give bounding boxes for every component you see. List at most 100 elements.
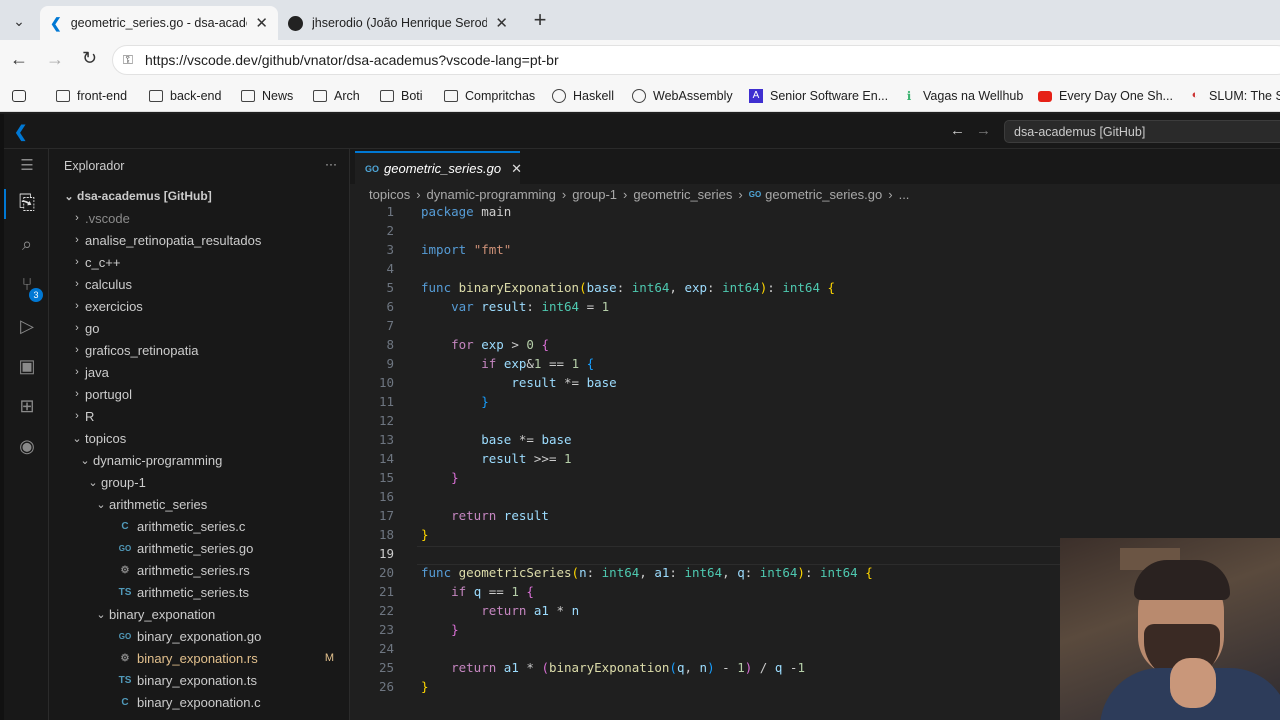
editor-tab-geometric-series[interactable]: GO geometric_series.go ✕	[355, 151, 522, 184]
bookmark-back-end[interactable]: back-end	[149, 86, 221, 106]
github-icon[interactable]: ◉	[16, 435, 38, 457]
code-line[interactable]: 14 result >>= 1	[350, 451, 1280, 470]
back-arrow-icon[interactable]: ←	[10, 49, 28, 70]
bookmark-every-day[interactable]: Every Day One Sh...	[1038, 86, 1173, 106]
bookmark-compritchas[interactable]: Compritchas	[444, 86, 535, 106]
vscode-logo-icon: ❮	[14, 124, 28, 141]
code-line[interactable]: 7	[350, 318, 1280, 337]
code-line[interactable]: 15 }	[350, 470, 1280, 489]
code-token: *	[556, 603, 565, 618]
breadcrumb-item[interactable]: ...	[899, 187, 910, 202]
code-line[interactable]: 16	[350, 489, 1280, 508]
tree-item[interactable]: › .vscode	[49, 207, 350, 229]
tree-item[interactable]: TS binary_exponation.ts	[49, 669, 350, 691]
tree-item[interactable]: › calculus	[49, 273, 350, 295]
url-input[interactable]: ⚿ https://vscode.dev/github/vnator/dsa-a…	[112, 45, 1280, 75]
tree-item[interactable]: › R	[49, 405, 350, 427]
reload-icon[interactable]: ↻	[82, 48, 97, 69]
tree-item[interactable]: ⌄ topicos	[49, 427, 350, 449]
tree-item[interactable]: › exercicios	[49, 295, 350, 317]
remote-explorer-icon[interactable]: ▣	[16, 355, 38, 377]
bookmark-boti[interactable]: Boti	[380, 86, 423, 106]
code-line[interactable]: 11 }	[350, 394, 1280, 413]
code-line[interactable]: 9 if exp&1 == 1 {	[350, 356, 1280, 375]
more-actions-icon[interactable]: ···	[325, 157, 337, 171]
breadcrumb-item[interactable]: dynamic-programming	[427, 187, 556, 202]
tree-item[interactable]: › portugol	[49, 383, 350, 405]
code-line[interactable]: 13 base *= base	[350, 432, 1280, 451]
browser-tab-vscode[interactable]: ❮ geometric_series.go - dsa-academus ✕	[40, 6, 278, 40]
bookmark-senior-software[interactable]: A Senior Software En...	[749, 86, 888, 106]
tree-item[interactable]: ⚙ arithmetic_series.rs	[49, 559, 350, 581]
chevron-down-icon: ⌄	[96, 498, 106, 511]
code-line[interactable]: 2	[350, 223, 1280, 242]
tree-item[interactable]: ⌄ arithmetic_series	[49, 493, 350, 515]
close-tab-icon[interactable]: ✕	[255, 14, 268, 32]
tree-item[interactable]: ⌄ dynamic-programming	[49, 449, 350, 471]
bookmark-webassembly[interactable]: WebAssembly	[632, 86, 733, 106]
bookmarks-menu-icon[interactable]	[12, 86, 33, 106]
bookmark-front-end[interactable]: front-end	[56, 86, 127, 106]
bookmark-arch[interactable]: Arch	[313, 86, 360, 106]
chevron-down-icon: ⌄	[80, 454, 90, 467]
code-token: a1	[503, 660, 519, 675]
close-tab-icon[interactable]: ✕	[495, 14, 508, 32]
breadcrumb-item[interactable]: geometric_series	[633, 187, 732, 202]
tree-item[interactable]: › graficos_retinopatia	[49, 339, 350, 361]
tree-item[interactable]: GO binary_exponation.go	[49, 625, 350, 647]
file-type-icon: GO	[118, 631, 132, 641]
code-line[interactable]: 6 var result: int64 = 1	[350, 299, 1280, 318]
tab-search-button[interactable]: ⌄	[8, 10, 30, 32]
tree-item[interactable]: › c_c++	[49, 251, 350, 273]
browser-tab-github[interactable]: jhserodio (João Henrique Serodio) ✕	[278, 6, 518, 40]
tree-item[interactable]: ⚙ binary_exponation.rs M	[49, 647, 350, 669]
breadcrumb-item[interactable]: geometric_series.go	[765, 187, 882, 202]
tree-item[interactable]: TS arithmetic_series.ts	[49, 581, 350, 603]
tree-item[interactable]: › java	[49, 361, 350, 383]
file-type-icon: GO	[118, 543, 132, 553]
tree-item[interactable]: ⌄ group-1	[49, 471, 350, 493]
tree-item[interactable]: ⌄ binary_exponation	[49, 603, 350, 625]
breadcrumb-item[interactable]: group-1	[572, 187, 617, 202]
tree-item[interactable]: Cbinary_expoonation.c	[49, 691, 350, 713]
tree-item[interactable]: › analise_retinopatia_resultados	[49, 229, 350, 251]
nav-forward-icon[interactable]: →	[976, 122, 991, 139]
breadcrumb-item[interactable]: topicos	[369, 187, 410, 202]
command-center[interactable]: dsa-academus [GitHub]	[1004, 120, 1280, 143]
tree-item[interactable]: Carithmetic_series.c	[49, 515, 350, 537]
code-token: }	[421, 527, 429, 542]
code-line[interactable]: 10 result *= base	[350, 375, 1280, 394]
forward-arrow-icon[interactable]: →	[46, 49, 64, 70]
code-line[interactable]: 17 return result	[350, 508, 1280, 527]
code-line[interactable]: 12	[350, 413, 1280, 432]
code-token: :	[526, 299, 542, 314]
tree-item[interactable]: GO arithmetic_series.go	[49, 537, 350, 559]
bookmark-vagas-wellhub[interactable]: ℹ Vagas na Wellhub	[902, 86, 1024, 106]
run-debug-icon[interactable]: ▷	[16, 315, 38, 337]
code-line[interactable]: 5 func binaryExponation(base: int64, exp:…	[350, 280, 1280, 299]
workspace-root[interactable]: ⌄ dsa-academus [GitHub]	[49, 185, 350, 207]
nav-back-icon[interactable]: ←	[950, 122, 965, 139]
new-tab-button[interactable]: +	[528, 7, 552, 33]
line-number: 8	[386, 337, 394, 352]
code-line[interactable]: 4	[350, 261, 1280, 280]
tree-item-label: .vscode	[85, 210, 130, 226]
code-line[interactable]: 8 for exp > 0 {	[350, 337, 1280, 356]
code-token: 1	[737, 660, 745, 675]
tree-item[interactable]: › go	[49, 317, 350, 339]
code-line[interactable]: 3 import "fmt"	[350, 242, 1280, 261]
search-icon[interactable]: ⌕	[16, 233, 38, 255]
explorer-files-icon[interactable]: ⎘	[16, 192, 38, 214]
code-line[interactable]: 1 package main	[350, 204, 1280, 223]
bookmark-haskell[interactable]: Haskell	[552, 86, 614, 106]
extensions-icon[interactable]: ⊞	[16, 395, 38, 417]
site-info-icon[interactable]: ⚿	[123, 52, 133, 68]
bookmark-news[interactable]: News	[241, 86, 293, 106]
bookmark-slum[interactable]: ◐ SLUM: The Sl	[1188, 86, 1280, 106]
close-editor-icon[interactable]: ✕	[511, 161, 522, 177]
menu-icon[interactable]: ☰	[16, 155, 38, 177]
